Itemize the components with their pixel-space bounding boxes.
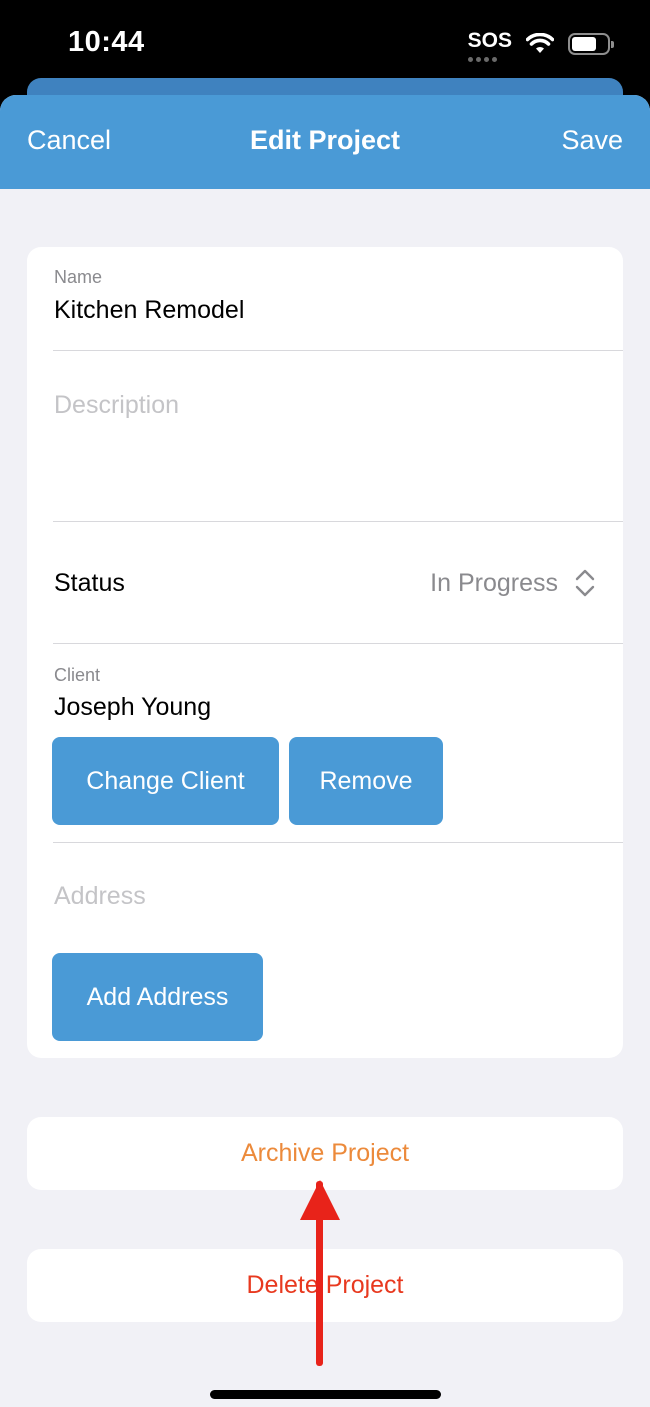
page-title: Edit Project [249,125,401,155]
status-indicators: SOS [467,28,614,62]
sos-indicator: SOS [467,29,512,62]
divider [53,643,623,644]
save-button[interactable]: Save [561,125,623,156]
wifi-icon [526,33,554,53]
address-field[interactable]: Address [54,882,146,911]
status-picker[interactable]: In Progress [430,569,558,598]
name-field[interactable]: Kitchen Remodel [54,296,244,325]
divider [53,842,623,843]
client-label: Client [54,665,101,685]
annotation-arrow-icon [300,1180,340,1220]
status-label: Status [54,569,125,597]
description-field[interactable]: Description [54,391,179,420]
delete-project-button[interactable]: Delete Project [27,1249,623,1322]
status-time: 10:44 [68,26,145,58]
edit-project-sheet: Cancel Edit Project Save Name Kitchen Re… [0,95,650,1407]
sos-label: SOS [467,29,512,52]
add-address-button[interactable]: Add Address [52,953,263,1041]
divider [53,521,623,522]
battery-level [572,37,596,51]
name-label: Name [54,267,103,287]
change-client-button[interactable]: Change Client [52,737,279,825]
client-name: Joseph Young [54,693,212,721]
home-indicator[interactable] [210,1390,441,1399]
remove-client-button[interactable]: Remove [289,737,443,825]
divider [53,350,623,351]
chevron-up-down-icon[interactable] [574,567,596,599]
nav-bar: Cancel Edit Project Save [0,95,650,189]
battery-icon [568,33,614,55]
signal-dots-icon [467,57,497,62]
project-form-card: Name Kitchen Remodel Description Status … [27,247,623,1058]
